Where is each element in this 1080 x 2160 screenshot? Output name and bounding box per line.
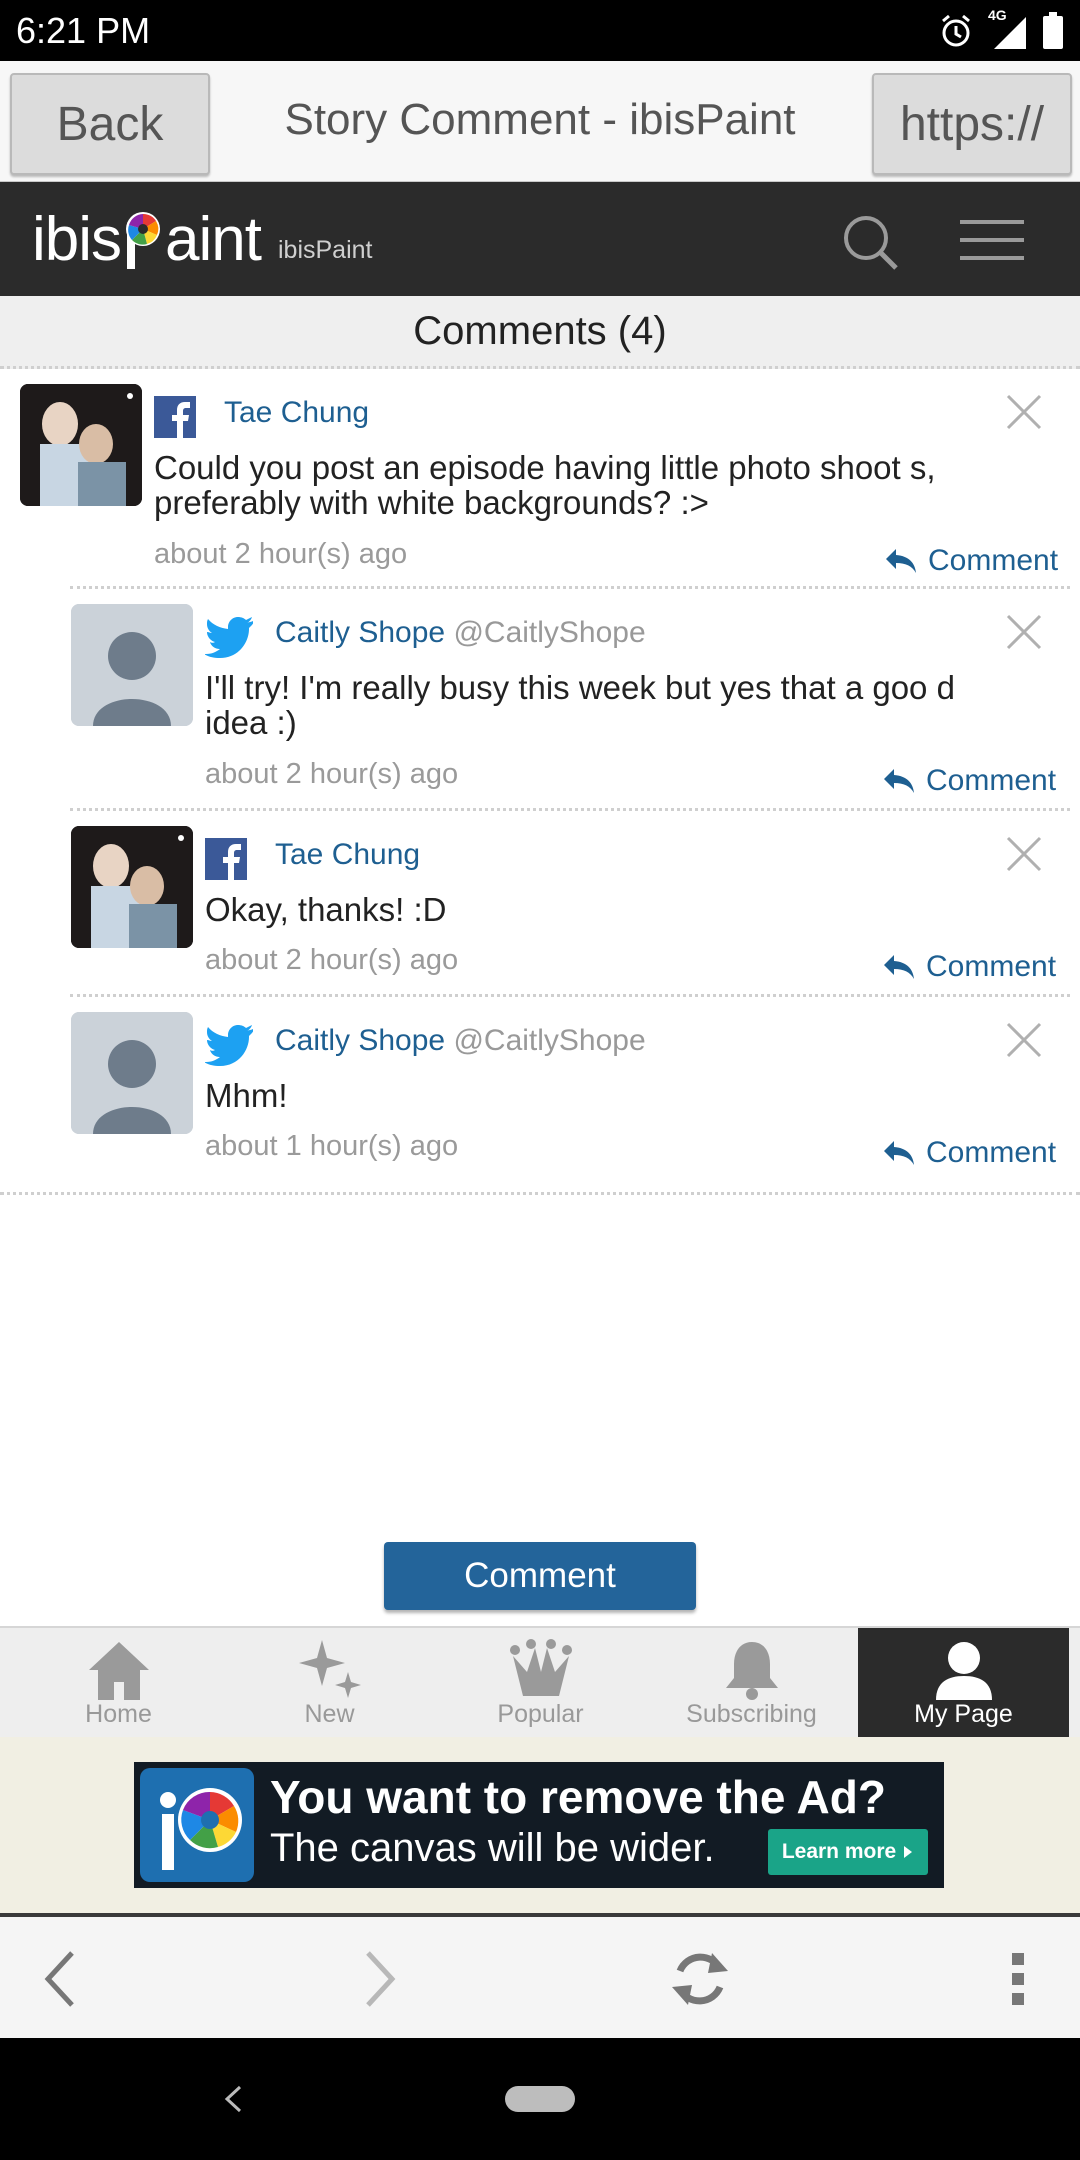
alarm-icon [942, 14, 970, 47]
comment-text: Okay, thanks! :D [205, 891, 447, 928]
logo-palette-icon [121, 209, 165, 269]
signal-icon: 4G [988, 7, 1028, 51]
comment-item: Caitly Shope @CaitlyShope Mhm! about 1 h… [0, 1004, 1080, 1190]
reply-comment-link[interactable]: Comment [884, 544, 1058, 578]
nav-label: Popular [497, 1700, 584, 1728]
url-button[interactable]: https:// [872, 73, 1072, 175]
page-title: Story Comment - ibisPaint [284, 95, 796, 144]
battery-icon [1043, 12, 1063, 49]
crown-icon [509, 1639, 572, 1696]
divider [70, 994, 1070, 997]
nav-home[interactable]: Home [13, 1628, 224, 1738]
author-name: Tae Chung [224, 396, 370, 429]
refresh-icon[interactable] [668, 1947, 732, 2011]
user-icon [935, 1642, 992, 1700]
post-comment-button[interactable]: Comment [384, 1542, 696, 1610]
comment-text: Could you post an episode having little … [154, 449, 936, 521]
system-back-icon[interactable] [222, 2084, 244, 2114]
comment-text: Mhm! [205, 1077, 288, 1114]
comment-author[interactable]: Tae Chung [224, 396, 369, 430]
bell-icon [725, 1642, 778, 1700]
app-top-bar: Back Story Comment - ibisPaint https:// [0, 61, 1080, 182]
sparkle-icon [298, 1640, 361, 1698]
nav-label: New [304, 1700, 355, 1728]
chevron-right-icon[interactable] [360, 1949, 400, 2009]
ad-subtitle: The canvas will be wider. [270, 1826, 715, 1870]
status-time: 6:21 PM [16, 10, 151, 51]
close-icon[interactable] [1004, 612, 1044, 652]
comment-time: about 2 hour(s) ago [154, 538, 408, 570]
author-handle: @CaitlyShope [453, 1024, 646, 1057]
nav-subscribing[interactable]: Subscribing [646, 1628, 857, 1738]
divider [70, 586, 1070, 589]
avatar[interactable] [71, 826, 193, 948]
reply-icon [884, 769, 914, 793]
comment-author[interactable]: Caitly Shope @CaitlyShope [275, 1024, 646, 1058]
avatar[interactable] [20, 384, 142, 506]
reply-comment-link[interactable]: Comment [882, 950, 1056, 984]
home-icon [88, 1642, 149, 1700]
reply-label: Comment [926, 1136, 1057, 1169]
comment-item: Tae Chung Okay, thanks! :D about 2 hour(… [0, 818, 1080, 994]
divider [70, 808, 1070, 811]
author-name: Caitly Shope [275, 616, 446, 649]
reply-icon [886, 549, 916, 573]
more-options-icon[interactable] [1010, 1951, 1026, 2007]
bottom-nav: Home New Popular Subscribing My Page [0, 1626, 1080, 1738]
site-header: ibis aint ibisPaint [0, 182, 1080, 296]
twitter-icon [205, 1025, 253, 1066]
avatar[interactable] [71, 604, 193, 726]
menu-icon[interactable] [960, 218, 1024, 262]
comment-author[interactable]: Caitly Shope @CaitlyShope [275, 616, 646, 650]
ad-title: You want to remove the Ad? [270, 1771, 886, 1823]
nav-label: Home [85, 1700, 152, 1728]
facebook-icon [205, 838, 247, 880]
divider [0, 1192, 1080, 1195]
reply-icon [884, 955, 914, 979]
author-name: Caitly Shope [275, 1024, 446, 1057]
avatar[interactable] [71, 1012, 193, 1134]
triangle-right-icon [904, 1846, 913, 1858]
comment-time: about 2 hour(s) ago [205, 758, 459, 790]
back-button[interactable]: Back [10, 73, 210, 175]
site-name: ibisPaint [278, 236, 373, 264]
system-nav-bar [0, 2038, 1080, 2160]
status-bar: 6:21 PM 4G [0, 0, 1080, 61]
reply-label: Comment [928, 544, 1059, 577]
twitter-icon [205, 617, 253, 658]
chevron-left-icon[interactable] [40, 1949, 80, 2009]
author-handle: @CaitlyShope [453, 616, 646, 649]
comment-time: about 1 hour(s) ago [205, 1130, 459, 1162]
search-icon[interactable] [842, 214, 900, 272]
nav-label: My Page [914, 1700, 1013, 1728]
ad-learn-more-button[interactable]: Learn more [768, 1829, 928, 1875]
facebook-icon [154, 396, 196, 438]
reply-comment-link[interactable]: Comment [882, 1136, 1056, 1170]
reply-label: Comment [926, 950, 1057, 983]
nav-my-page[interactable]: My Page [858, 1628, 1069, 1738]
comment-author[interactable]: Tae Chung [275, 838, 420, 872]
comments-header: Comments (4) [0, 296, 1080, 369]
reply-comment-link[interactable]: Comment [882, 764, 1056, 798]
browser-bar [0, 1917, 1080, 2038]
comment-time: about 2 hour(s) ago [205, 944, 459, 976]
ibispaint-app-icon [140, 1768, 254, 1882]
reply-label: Comment [926, 764, 1057, 797]
close-icon[interactable] [1004, 1020, 1044, 1060]
comment-item: Tae Chung Could you post an episode havi… [0, 376, 1080, 586]
nav-new[interactable]: New [224, 1628, 435, 1738]
nav-label: Subscribing [686, 1700, 817, 1728]
close-icon[interactable] [1004, 392, 1044, 432]
comment-text: I'll try! I'm really busy this week but … [205, 669, 955, 741]
reply-icon [884, 1141, 914, 1165]
status-icons: 4G [938, 7, 1064, 52]
system-home-pill[interactable] [505, 2086, 575, 2112]
comment-item: Caitly Shope @CaitlyShope I'll try! I'm … [0, 596, 1080, 808]
nav-popular[interactable]: Popular [435, 1628, 646, 1738]
author-name: Tae Chung [275, 838, 421, 871]
ad-learn-label: Learn more [781, 1840, 897, 1863]
close-icon[interactable] [1004, 834, 1044, 874]
ibispaint-logo[interactable]: ibis aint [32, 204, 262, 274]
